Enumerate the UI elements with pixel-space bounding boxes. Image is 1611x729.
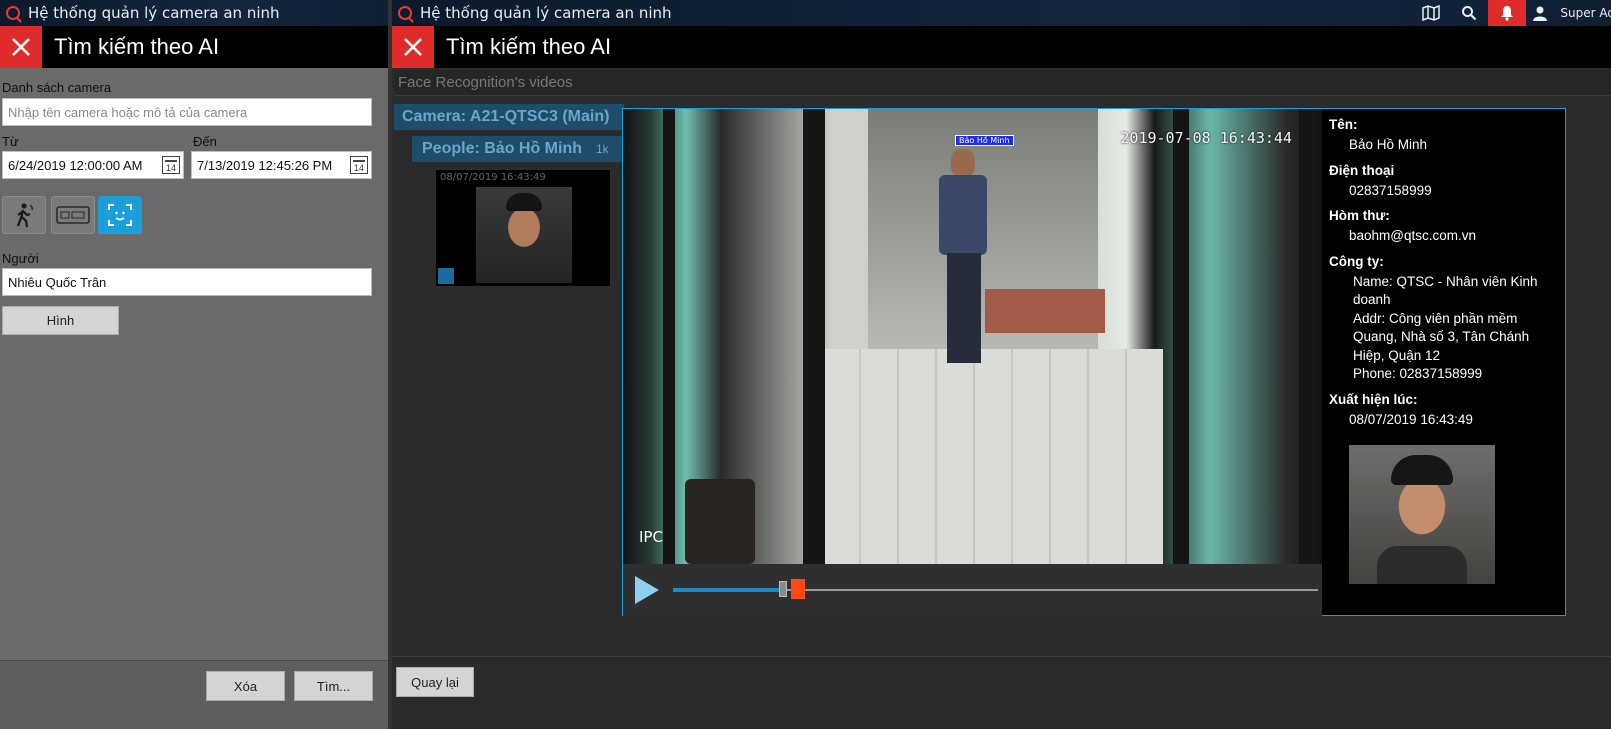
top-toolbar: Super Ad [1412, 0, 1611, 26]
face-search-button[interactable] [98, 196, 142, 234]
delete-button[interactable]: Xóa [206, 671, 285, 701]
event-marker[interactable] [791, 579, 805, 599]
person-label: Người [2, 251, 39, 266]
door-frame [803, 109, 825, 564]
map-button[interactable] [1412, 0, 1450, 26]
person-input[interactable]: Nhiêu Quốc Trân [2, 268, 372, 296]
people-count: 1k [596, 142, 609, 156]
company-label: Công ty: [1329, 253, 1384, 269]
progress-handle[interactable] [779, 581, 787, 597]
window-title: Hệ thống quản lý camera an ninh [28, 4, 280, 22]
calendar-icon[interactable]: 14 [162, 156, 180, 174]
title-bar: Hệ thống quản lý camera an ninh Super Ad [392, 0, 1611, 26]
motion-search-button[interactable] [2, 196, 46, 234]
camera-list-label: Danh sách camera [2, 80, 112, 95]
progress-track[interactable] [673, 579, 1318, 599]
close-button[interactable] [392, 26, 434, 68]
company-phone: Phone: 02837158999 [1353, 366, 1483, 381]
right-footer: Quay lại [392, 656, 1611, 729]
app-logo-icon [398, 6, 412, 20]
right-window: Hệ thống quản lý camera an ninh Super Ad… [388, 0, 1611, 729]
license-plate-search-button[interactable] [51, 196, 95, 234]
walking-person-icon [16, 203, 33, 228]
company-name: Name: QTSC - Nhân viên Kinh doanh [1353, 273, 1538, 308]
door-frame [1299, 109, 1313, 564]
panel-title: Tìm kiếm theo AI [446, 34, 612, 59]
company-address: Addr: Công viên phần mềm Quang, Nhà số 3… [1353, 310, 1530, 363]
progress-fill [673, 588, 783, 592]
from-date-value: 6/24/2019 12:00:00 AM [8, 157, 143, 173]
map-icon [1422, 5, 1441, 21]
image-button[interactable]: Hình [2, 306, 119, 335]
detected-person [933, 149, 993, 369]
plant-pot-image [685, 479, 755, 564]
license-plate-icon [56, 206, 90, 224]
result-thumbnail[interactable]: 08/07/2019 16:43:49 [436, 170, 610, 286]
left-window: Hệ thống quản lý camera an ninh Tìm kiếm… [0, 0, 388, 729]
search-button[interactable] [1450, 0, 1488, 26]
floor-image [823, 349, 1163, 564]
person-info-panel: Tên: Bảo Hồ Minh Điện thoại 02837158999 … [1323, 109, 1565, 615]
face-detection-tag: Bảo Hồ Minh [955, 135, 1014, 146]
face-crop-image [476, 187, 572, 283]
door-frame [1173, 109, 1189, 564]
to-date-value: 7/13/2019 12:45:26 PM [197, 157, 333, 173]
app-logo-icon [6, 6, 20, 20]
left-footer: Xóa Tìm... [0, 660, 388, 729]
phone-value: 02837158999 [1349, 182, 1432, 198]
people-group-label: People: Bảo Hồ Minh [422, 140, 582, 157]
seen-label: Xuất hiện lúc: [1329, 391, 1418, 407]
edit-icon[interactable] [438, 268, 454, 284]
person-photo [1349, 445, 1495, 584]
door-frame [663, 109, 675, 564]
calendar-icon[interactable]: 14 [350, 156, 368, 174]
face-scan-icon [108, 204, 132, 226]
camera-overlay-label: IPC [639, 528, 663, 546]
from-date-input[interactable]: 6/24/2019 12:00:00 AM 14 [2, 151, 184, 179]
search-button[interactable]: Tìm... [294, 671, 373, 701]
camera-group-header[interactable]: Camera: A21-QTSC3 (Main) [394, 104, 624, 130]
results-subtitle: Face Recognition's videos [394, 70, 1611, 96]
user-avatar[interactable] [1526, 0, 1554, 26]
video-player: Bảo Hồ Minh 2019-07-08 16:43:44 IPC Tên:… [622, 108, 1566, 616]
name-value: Bảo Hồ Minh [1349, 137, 1428, 152]
back-button[interactable]: Quay lại [396, 667, 474, 697]
camera-search-input[interactable]: Nhập tên camera hoặc mô tả của camera [2, 98, 372, 126]
user-icon [1533, 6, 1548, 21]
close-button[interactable] [0, 26, 42, 68]
video-timestamp: 2019-07-08 16:43:44 [1120, 129, 1292, 147]
to-label: Đến [193, 134, 217, 149]
email-label: Hòm thư: [1329, 208, 1390, 223]
phone-label: Điện thoại [1329, 162, 1395, 178]
panel-header: Tìm kiếm theo AI [0, 26, 388, 68]
thumbnail-time: 08/07/2019 16:43:49 [440, 172, 546, 183]
user-name[interactable]: Super Ad [1560, 6, 1611, 20]
people-group-header[interactable]: People: Bảo Hồ Minh 1k [412, 136, 624, 162]
video-frame[interactable]: Bảo Hồ Minh 2019-07-08 16:43:44 IPC [623, 109, 1322, 564]
close-icon [404, 38, 422, 56]
play-icon[interactable] [633, 574, 661, 606]
doormat-image [985, 289, 1105, 333]
bell-icon [1501, 6, 1514, 21]
from-label: Từ [2, 134, 19, 149]
search-icon [1462, 6, 1477, 21]
close-icon [12, 38, 30, 56]
playback-controls [623, 564, 1322, 616]
notifications-button[interactable] [1488, 0, 1527, 26]
window-title: Hệ thống quản lý camera an ninh [420, 4, 672, 22]
name-label: Tên: [1329, 117, 1358, 132]
panel-header: Tìm kiếm theo AI [392, 26, 1611, 68]
email-value: baohm@qtsc.com.vn [1349, 228, 1477, 243]
seen-value: 08/07/2019 16:43:49 [1349, 411, 1473, 427]
title-bar: Hệ thống quản lý camera an ninh [0, 0, 388, 26]
panel-title: Tìm kiếm theo AI [54, 34, 220, 59]
to-date-input[interactable]: 7/13/2019 12:45:26 PM 14 [191, 151, 372, 179]
